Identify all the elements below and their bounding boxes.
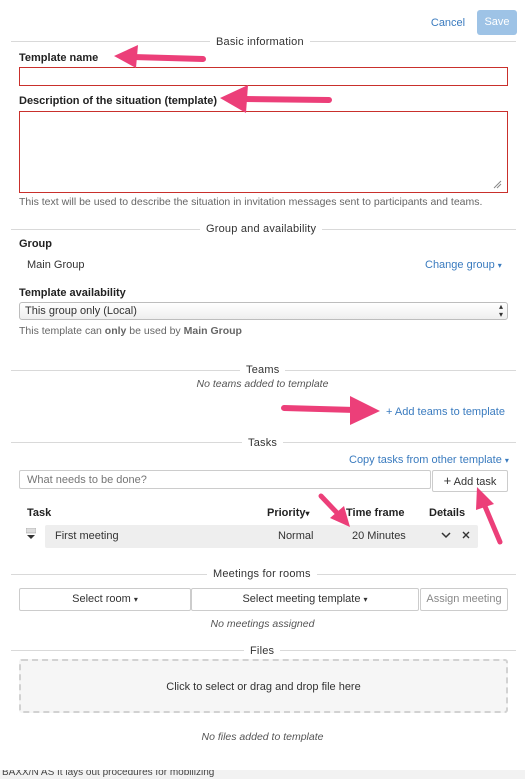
expand-chevron-icon[interactable]: [440, 528, 452, 542]
caret-down-icon: ▾: [497, 261, 502, 270]
task-input[interactable]: [19, 470, 431, 489]
task-name: First meeting: [55, 530, 119, 542]
select-meeting-template-dropdown[interactable]: Select meeting template ▾: [191, 588, 419, 611]
availability-selected-value: This group only (Local): [25, 305, 137, 317]
assign-meeting-button[interactable]: Assign meeting: [420, 588, 508, 611]
plus-icon: +: [443, 473, 452, 488]
section-title-files: Files: [244, 644, 281, 658]
annotation-arrow: [108, 42, 208, 72]
save-button[interactable]: Save: [477, 10, 517, 35]
add-teams-label: Add teams to template: [394, 406, 505, 418]
select-arrows-icon: ▴ ▾: [498, 302, 503, 319]
description-help-text: This text will be used to describe the s…: [19, 196, 483, 208]
column-header-task: Task: [27, 507, 52, 519]
group-value: Main Group: [27, 259, 85, 271]
change-group-label: Change group: [425, 259, 495, 271]
section-title-teams: Teams: [240, 363, 286, 377]
availability-note: This template can only be used by Main G…: [19, 325, 242, 337]
annotation-arrow: [214, 82, 334, 118]
teams-empty-text: No teams added to template: [196, 378, 329, 390]
files-empty-text: No files added to template: [201, 731, 324, 743]
section-title-group: Group and availability: [200, 222, 323, 236]
row-toggle-icon[interactable]: [25, 527, 37, 540]
caret-down-icon: ▾: [504, 456, 509, 465]
caret-down-icon: ▾: [363, 595, 368, 604]
task-priority: Normal: [278, 530, 314, 542]
remove-task-icon[interactable]: [460, 528, 472, 542]
change-group-link[interactable]: Change group ▾: [425, 259, 502, 271]
availability-label: Template availability: [19, 287, 126, 299]
select-room-dropdown[interactable]: Select room ▾: [19, 588, 191, 611]
description-textarea[interactable]: [19, 111, 508, 193]
group-label: Group: [19, 238, 52, 250]
background-page-text: BAXX/N AS It lays out procedures for mob…: [0, 770, 525, 779]
resize-handle-icon[interactable]: [493, 180, 502, 189]
column-header-priority[interactable]: Priority▾: [267, 507, 310, 519]
cancel-button[interactable]: Cancel: [426, 12, 470, 34]
task-row[interactable]: First meeting Normal 20 Minutes: [45, 525, 478, 548]
file-dropzone[interactable]: Click to select or drag and drop file he…: [19, 659, 508, 713]
annotation-arrow: [472, 484, 508, 546]
annotation-arrow: [280, 393, 385, 427]
meetings-empty-text: No meetings assigned: [210, 618, 315, 630]
section-title-meetings: Meetings for rooms: [207, 567, 317, 581]
copy-tasks-label: Copy tasks from other template: [349, 454, 502, 466]
column-header-details: Details: [429, 507, 466, 519]
plus-icon: +: [386, 406, 393, 418]
description-label: Description of the situation (template): [19, 95, 218, 107]
availability-select[interactable]: This group only (Local) ▴ ▾: [19, 302, 508, 320]
dropzone-label: Click to select or drag and drop file he…: [166, 681, 361, 693]
task-time-frame: 20 Minutes: [352, 530, 406, 542]
caret-down-icon: ▾: [133, 595, 138, 604]
section-title-tasks: Tasks: [242, 436, 284, 450]
add-teams-link[interactable]: + Add teams to template: [386, 406, 505, 418]
sort-caret-icon: ▾: [305, 509, 310, 518]
annotation-arrow: [316, 492, 356, 530]
template-name-label: Template name: [19, 52, 99, 64]
section-title-basic: Basic information: [210, 35, 310, 49]
copy-tasks-link[interactable]: Copy tasks from other template ▾: [349, 454, 509, 466]
